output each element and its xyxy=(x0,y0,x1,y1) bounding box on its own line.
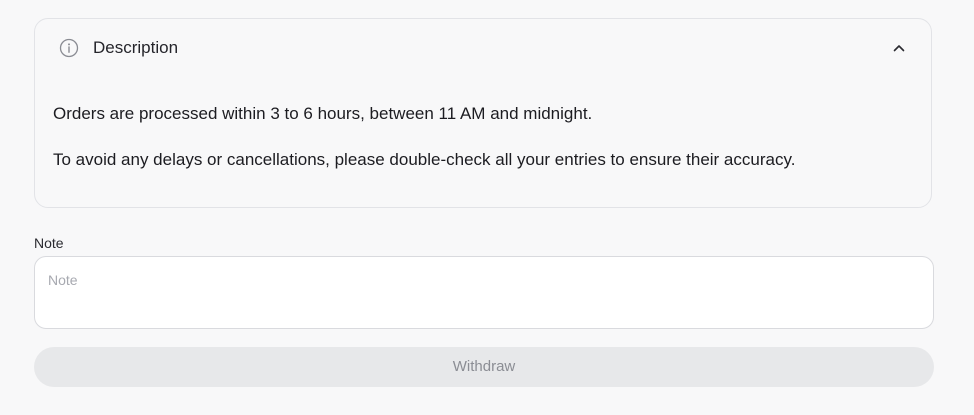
info-icon xyxy=(59,38,79,58)
description-title: Description xyxy=(93,38,179,57)
withdraw-button[interactable]: Withdraw xyxy=(34,347,934,387)
note-input[interactable] xyxy=(34,256,934,329)
chevron-up-icon[interactable] xyxy=(891,40,907,56)
description-panel: Description Orders are processed within … xyxy=(34,18,932,208)
description-paragraph: To avoid any delays or cancellations, pl… xyxy=(53,150,796,169)
note-label: Note xyxy=(34,235,64,251)
description-body: Orders are processed within 3 to 6 hours… xyxy=(53,103,913,171)
description-header-toggle[interactable]: Description xyxy=(35,19,931,77)
description-paragraph: Orders are processed within 3 to 6 hours… xyxy=(53,104,593,123)
